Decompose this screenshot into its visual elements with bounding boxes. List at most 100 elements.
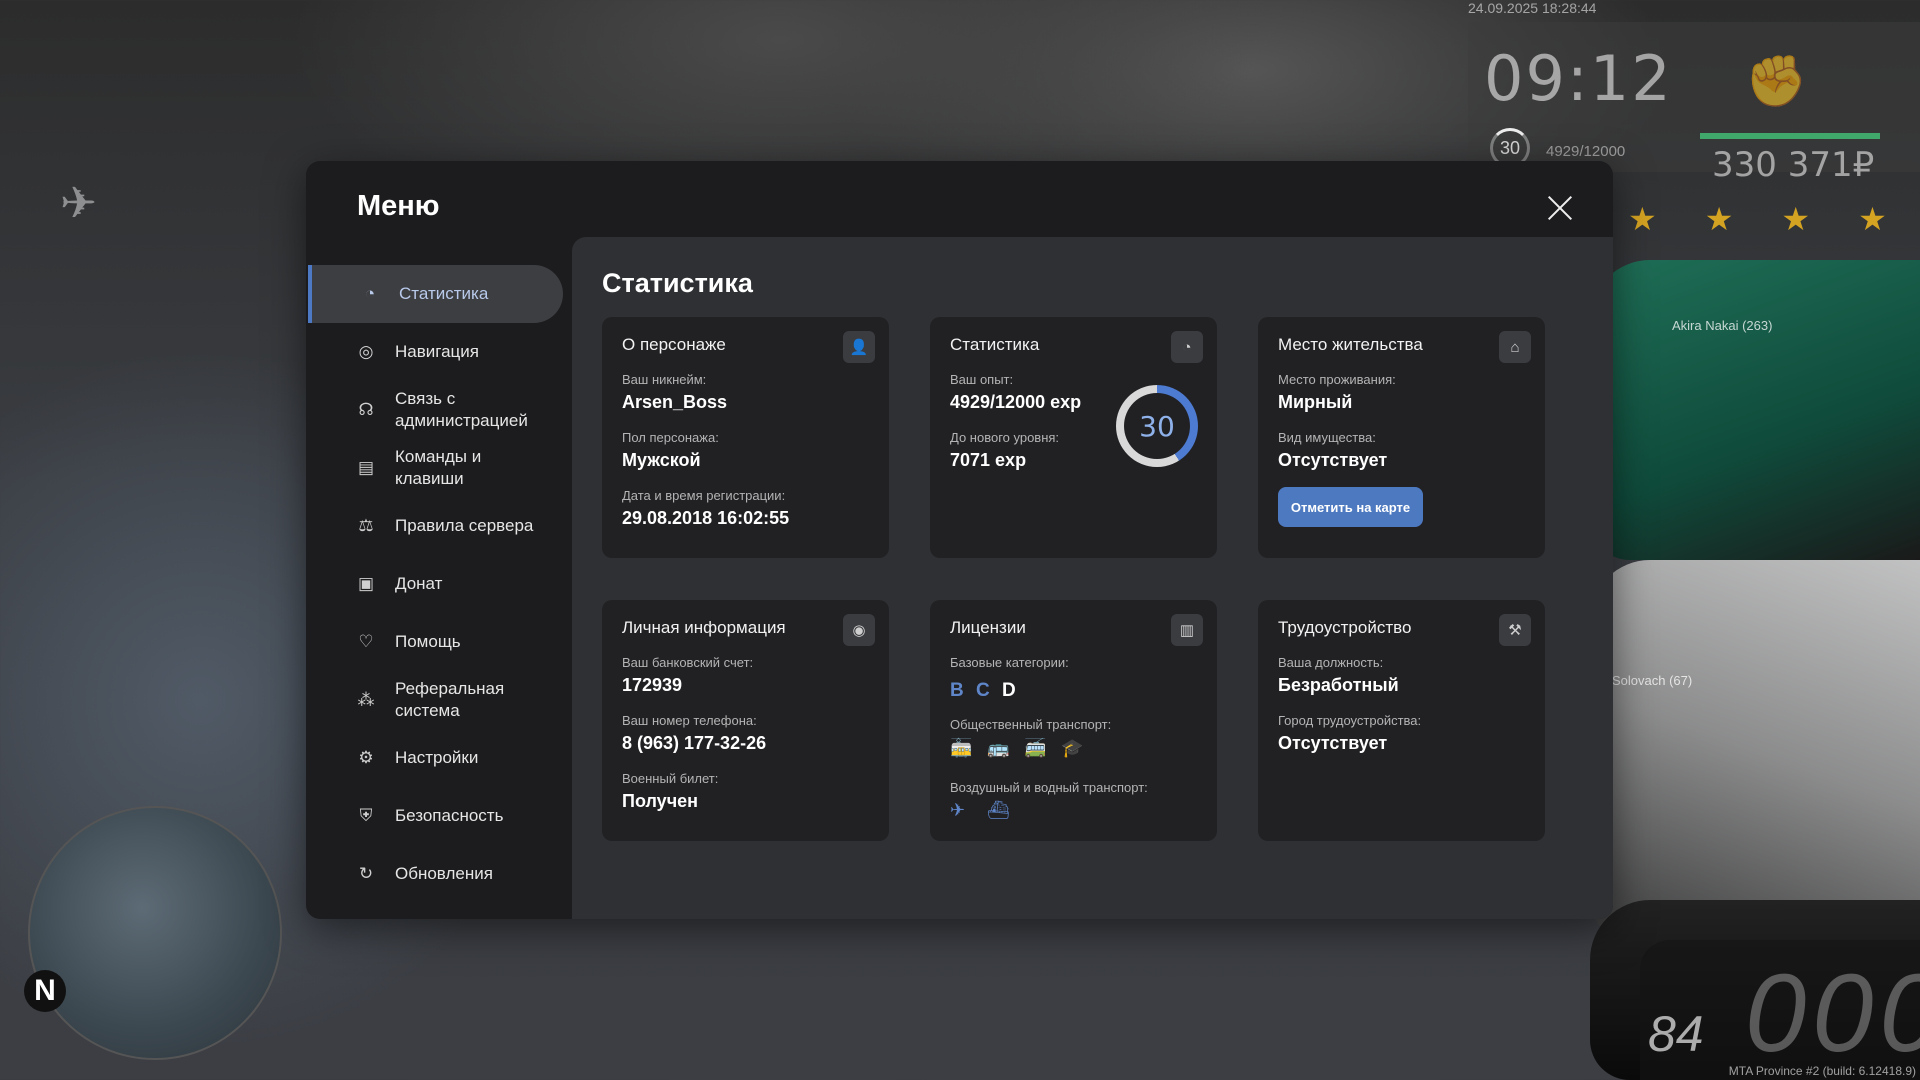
bank-label: Ваш банковский счет: [622,655,754,670]
next-level-value: 7071 exp [950,450,1027,470]
hud-exp: 4929/12000 [1546,143,1626,160]
shield-icon: ⛨ [359,806,373,825]
page-title: Статистика [602,268,753,298]
property-label: Вид имущества: [1278,430,1376,445]
position-label: Ваша должность: [1278,655,1384,670]
pie-chart-icon: ◔ [1171,331,1203,363]
residence-card: Место жительства ⌂ Место проживания: Мир… [1258,317,1545,558]
sidebar-item-security[interactable]: ⛨ Безопасность [308,787,563,845]
airplane-icon: ✈ [950,800,966,820]
sidebar-item-label: Настройки [395,748,479,767]
sidebar-item-referral[interactable]: ⁂ Реферальная система [308,671,563,729]
sidebar-item-label: Навигация [395,342,479,361]
boat-icon: ⛴ [987,800,1010,820]
wanted-stars: ★★★★ [1628,201,1920,237]
fist-icon: ✊ [1745,53,1808,109]
air-water-transport-label: Воздушный и водный транспорт: [950,780,1148,795]
sidebar-item-navigation[interactable]: ◎ Навигация [308,323,563,381]
sidebar-item-rules[interactable]: ⚖ Правила сервера [308,497,563,555]
bus-icon: 🚌 [987,738,1010,758]
job-city-value: Отсутствует [1278,733,1388,753]
hud-money: 330 371₽ [1712,145,1875,185]
speedometer-fuel: 84 [1648,1006,1704,1062]
headset-icon: ☊ [358,400,374,419]
card-title: Лицензии [950,618,1026,637]
sidebar-item-label: Обновления [395,864,493,883]
close-button[interactable] [1544,192,1576,224]
sidebar-item-label: Статистика [399,284,489,303]
sidebar-item-updates[interactable]: ↻ Обновления [308,845,563,903]
user-icon: 👤 [843,331,875,363]
bank-value: 172939 [622,675,683,695]
background-car-green [1590,260,1920,560]
sidebar-item-label: Правила сервера [395,516,534,535]
category-d: D [1002,680,1016,701]
property-value: Отсутствует [1278,450,1388,470]
sidebar-item-settings[interactable]: ⚙ Настройки [308,729,563,787]
user-circle-icon: ◉ [843,614,875,646]
phone-label: Ваш номер телефона: [622,713,757,728]
sidebar-item-donate[interactable]: ▣ Донат [308,555,563,613]
phone-value: 8 (963) 177-32-26 [622,733,767,753]
id-card-icon: ▥ [1171,614,1203,646]
card-title: О персонаже [622,335,726,354]
licenses-card: Лицензии ▥ Базовые категории: B C D Обще… [930,600,1217,841]
sidebar-item-help[interactable]: ♡ Помощь [308,613,563,671]
nickname-label: Ваш никнейм: [622,372,707,387]
scales-icon: ⚖ [358,516,374,535]
sidebar-item-commands[interactable]: ▤ Команды и клавиши [308,439,563,497]
level-number: 30 [1124,393,1190,459]
compass-icon: ◎ [358,342,374,361]
heart-hands-icon: ♡ [358,632,374,651]
sidebar-item-label: Безопасность [395,806,504,825]
document-icon: ▤ [357,458,375,477]
sidebar-item-statistics[interactable]: ◔ Статистика [308,265,563,323]
tram-icon: 🚋 [950,738,973,758]
public-transport-label: Общественный транспорт: [950,717,1112,732]
hud-health-bar [1700,133,1880,139]
sidebar-item-label: Команды и клавиши [395,447,482,488]
gender-value: Мужской [622,450,701,470]
card-title: Личная информация [622,618,786,637]
category-b: B [950,680,964,701]
residence-value: Мирный [1278,392,1353,412]
player-nametag: Akira Nakai (263) [1672,318,1773,333]
card-title: Статистика [950,335,1040,354]
military-value: Получен [622,791,699,811]
registration-value: 29.08.2018 16:02:55 [622,508,790,528]
trolleybus-icon: 🚎 [1024,738,1047,758]
next-level-label: До нового уровня: [950,430,1060,445]
sidebar-nav: ◔ Статистика ◎ Навигация ☊ Связь с админ… [308,265,563,903]
residence-label: Место проживания: [1278,372,1396,387]
hud-clock: 09:12 [1484,42,1673,115]
card-title: Трудоустройство [1278,618,1412,637]
wallet-icon: ▣ [357,574,375,593]
refresh-icon: ↻ [358,864,374,883]
registration-label: Дата и время регистрации: [622,488,786,503]
sidebar-item-label: Донат [395,574,443,593]
sidebar-item-label: Реферальная система [395,679,505,720]
personal-info-card: Личная информация ◉ Ваш банковский счет:… [602,600,889,841]
pie-chart-icon: ◔ [364,284,376,303]
build-info: MTA Province #2 (build: 6.12418.9) [1728,1064,1916,1078]
sidebar-item-admin-contact[interactable]: ☊ Связь с администрацией [308,381,563,439]
position-value: Безработный [1278,675,1399,695]
base-categories-label: Базовые категории: [950,655,1069,670]
driver-instructor-icon: 🎓 [1061,738,1084,758]
speedometer-odometer: 000 [1745,952,1920,1075]
military-label: Военный билет: [622,771,719,786]
character-card: О персонаже 👤 Ваш никнейм: Arsen_Boss По… [602,317,889,558]
stats-card: Статистика ◔ Ваш опыт: 4929/12000 exp До… [930,317,1217,558]
house-icon: ⌂ [1499,331,1531,363]
mark-on-map-button[interactable]: Отметить на карте [1278,487,1423,527]
minimap [28,806,282,1060]
gear-icon: ⚙ [358,748,374,767]
gender-label: Пол персонажа: [622,430,719,445]
background-car-silver [1590,560,1920,940]
helicopter-icon: ✈ [60,179,97,228]
level-progress-ring: 30 [1116,385,1198,467]
category-c: C [976,680,990,701]
people-network-icon: ⁂ [357,690,375,709]
menu-title: Меню [357,190,440,222]
employment-card: Трудоустройство ⚒ Ваша должность: Безраб… [1258,600,1545,841]
